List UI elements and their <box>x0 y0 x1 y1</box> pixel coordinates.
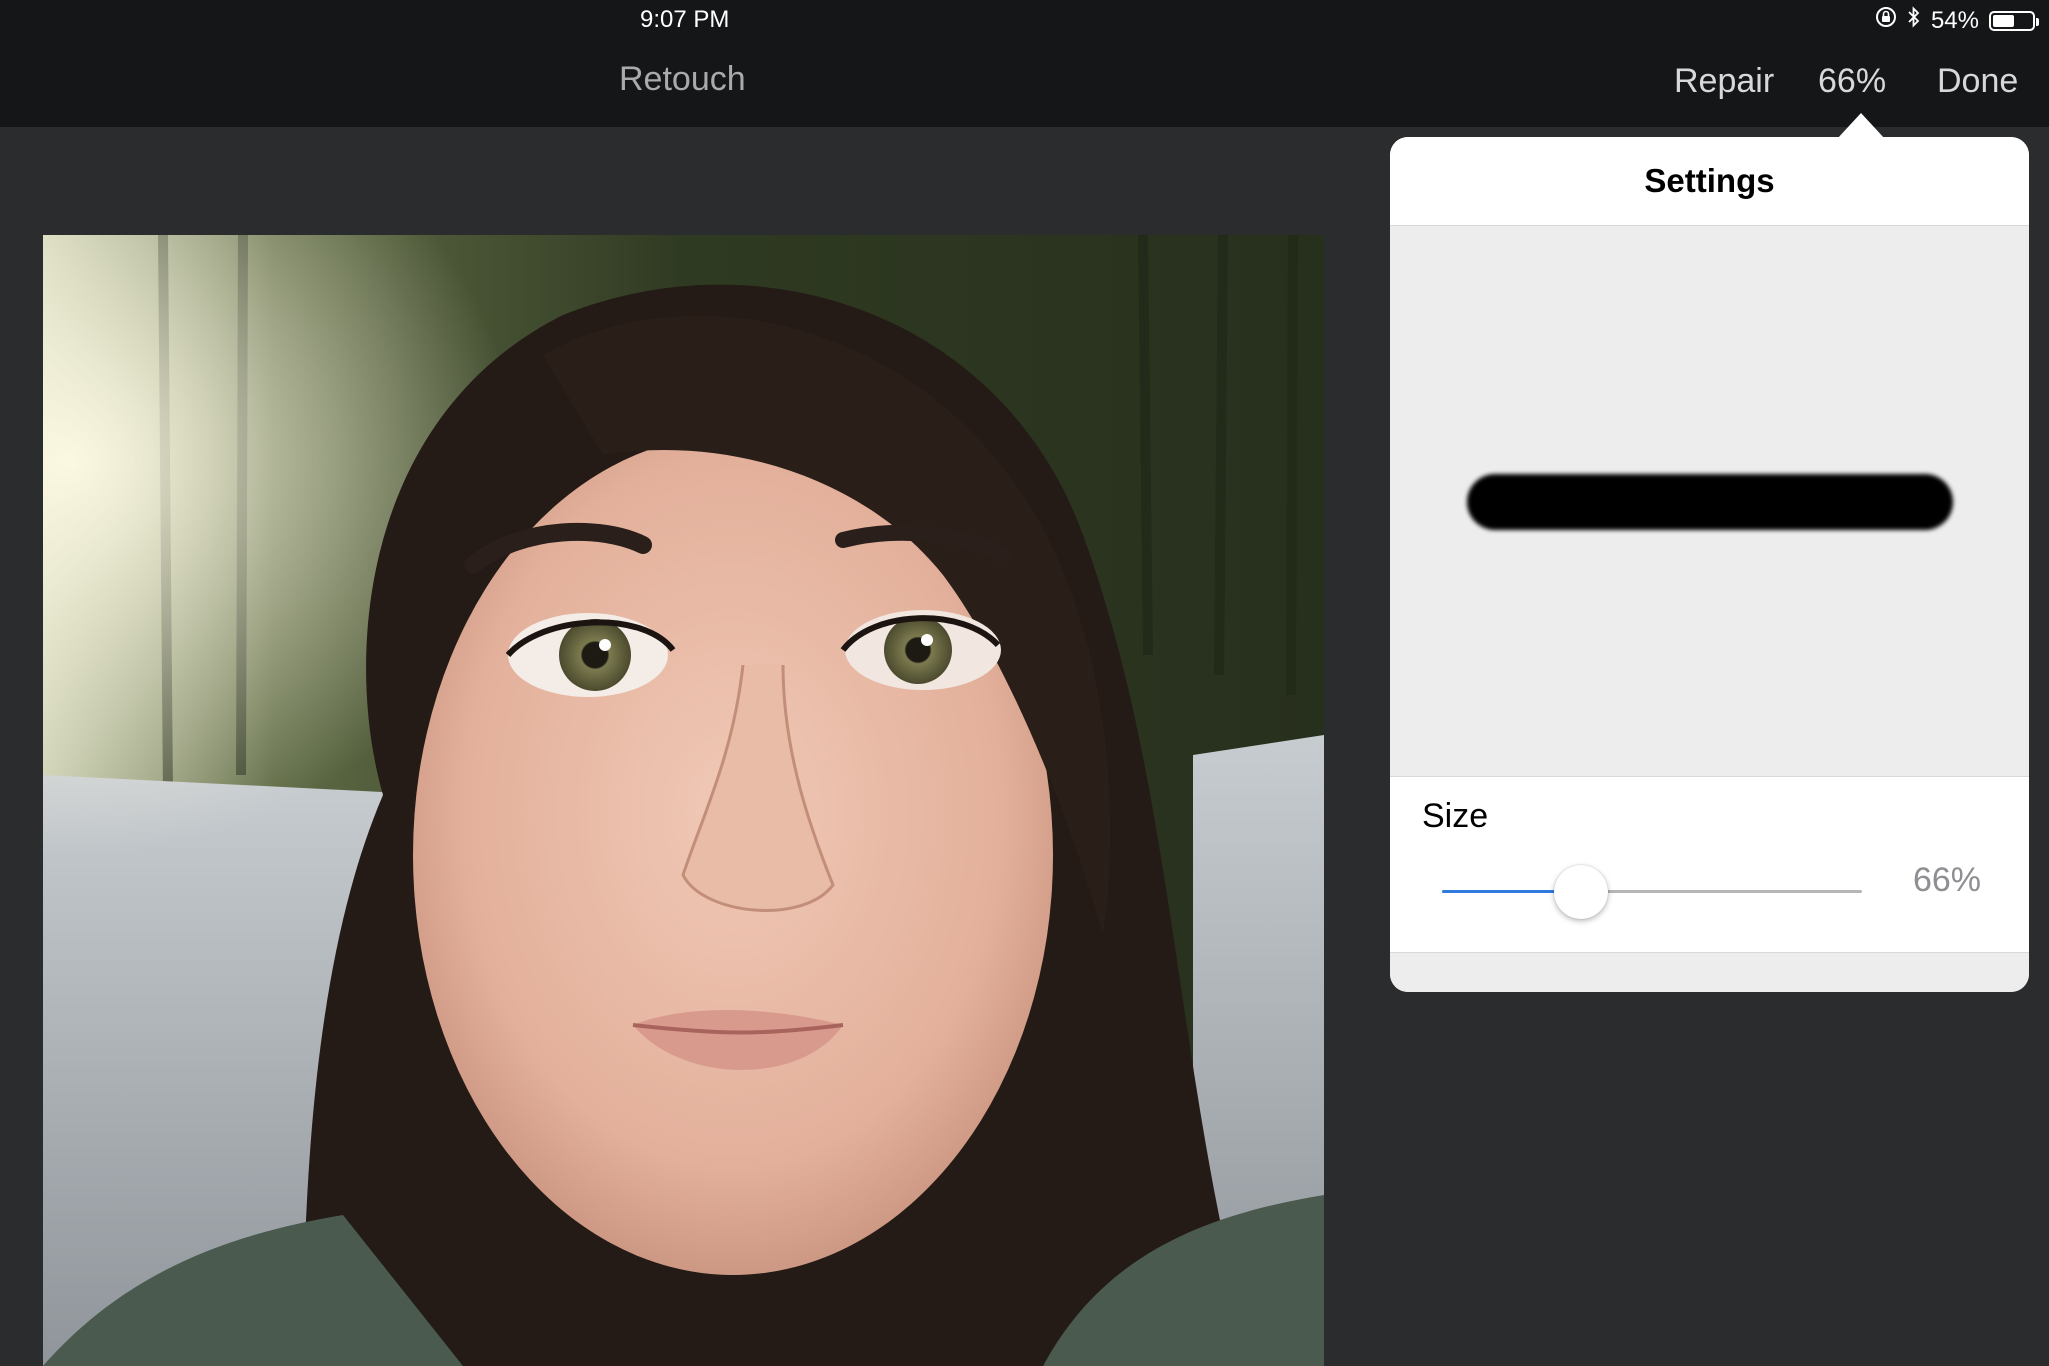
size-slider[interactable] <box>1442 865 1862 919</box>
nav-title: Retouch <box>619 60 746 98</box>
battery-icon <box>1989 10 2039 31</box>
popover-arrow <box>1837 113 1885 139</box>
brush-stroke-preview <box>1467 474 1953 530</box>
battery-nub <box>2036 17 2039 26</box>
zoom-settings-button[interactable]: 66% <box>1818 62 1886 101</box>
nav-bar: Retouch Repair 66% Done <box>0 40 2049 127</box>
status-time: 9:07 PM <box>640 6 730 33</box>
settings-popover: Settings Size 66% <box>1390 137 2029 992</box>
size-label: Size <box>1422 797 1489 835</box>
slider-thumb[interactable] <box>1554 865 1608 919</box>
photo-canvas[interactable] <box>43 235 1324 1366</box>
popover-footer <box>1390 952 2029 992</box>
battery-percent: 54% <box>1930 6 1979 34</box>
popover-title: Settings <box>1390 137 2029 226</box>
portrait-photo <box>43 235 1324 1366</box>
battery-fill <box>1993 14 2014 27</box>
brush-preview <box>1390 226 2029 776</box>
size-value: 66% <box>1912 861 1981 899</box>
bluetooth-icon <box>1907 6 1921 35</box>
orientation-lock-icon <box>1875 6 1897 35</box>
status-bar: 9:07 PM 54% <box>0 0 2049 40</box>
repair-button[interactable]: Repair <box>1674 62 1774 101</box>
size-section: Size 66% <box>1390 776 2029 953</box>
status-icons: 54% <box>1875 6 2039 35</box>
done-button[interactable]: Done <box>1937 62 2018 101</box>
